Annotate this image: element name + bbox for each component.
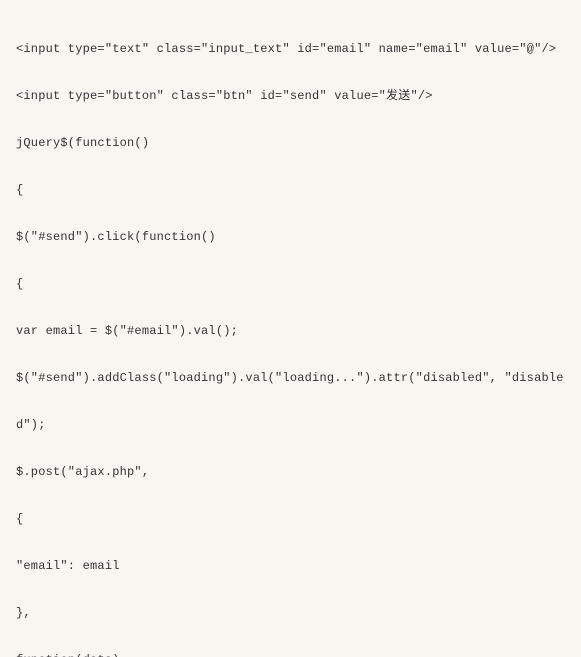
code-block: <input type="text" class="input_text" id… <box>0 12 581 657</box>
